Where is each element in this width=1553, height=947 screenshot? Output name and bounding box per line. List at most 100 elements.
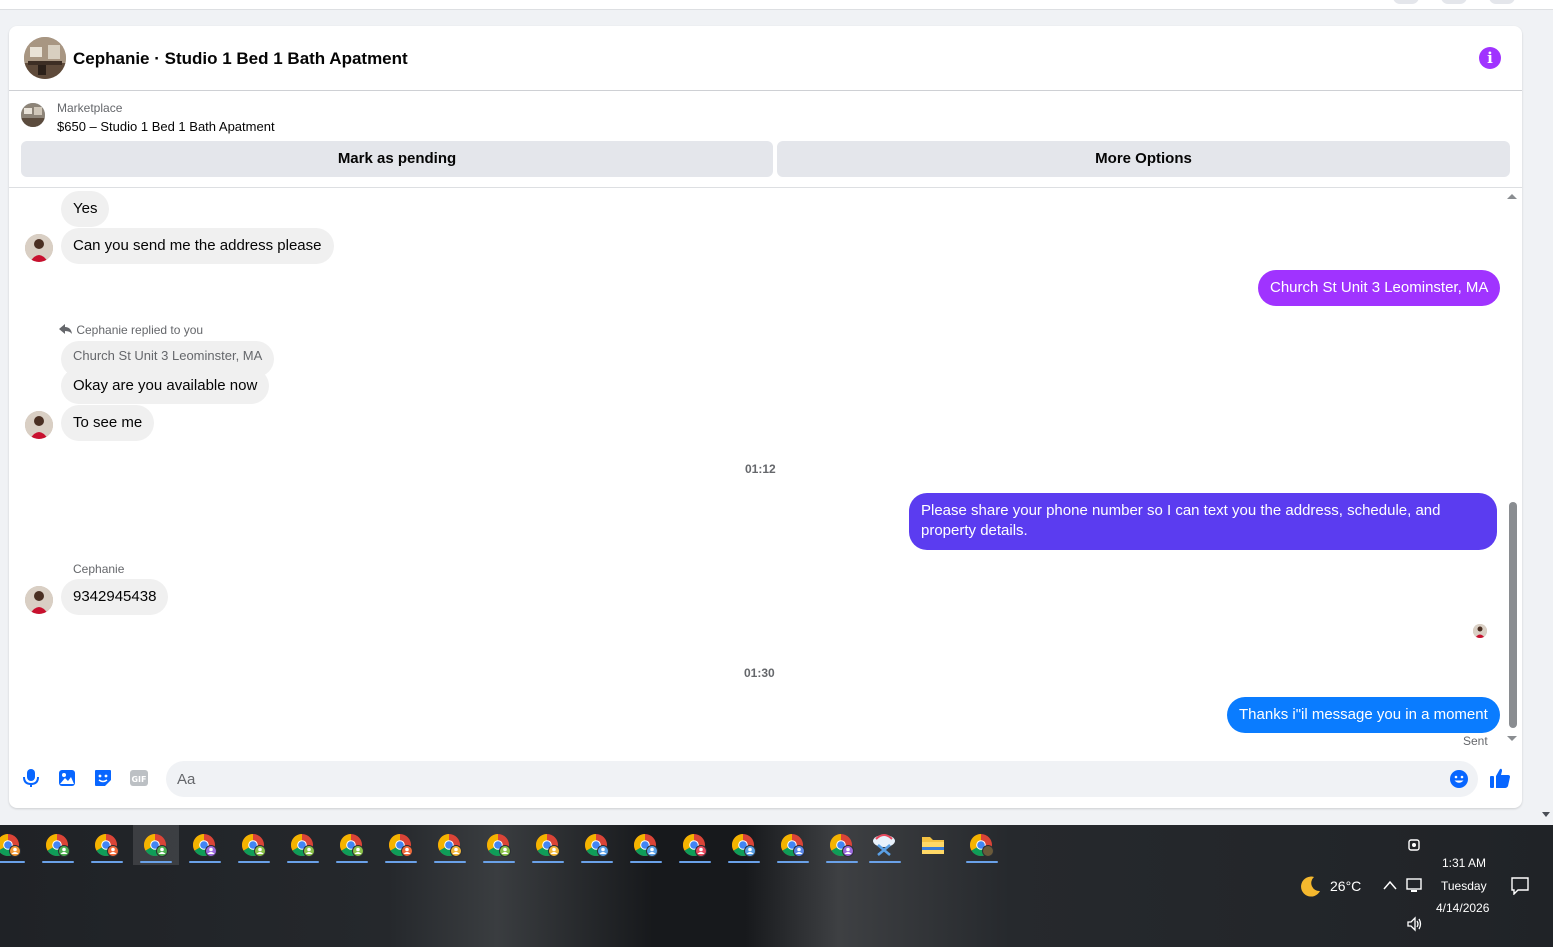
svg-text:GIF: GIF (131, 775, 146, 784)
notification-icon[interactable] (1511, 877, 1529, 895)
taskbar-chrome-icon[interactable] (378, 825, 424, 865)
scroll-up-icon[interactable] (1507, 194, 1517, 199)
sender-avatar[interactable] (25, 234, 53, 262)
chevron-up-icon[interactable] (1383, 880, 1397, 890)
taskbar-chrome-icon[interactable] (525, 825, 571, 865)
chrome-icon (291, 834, 315, 857)
outgoing-message[interactable]: Please share your phone number so I can … (909, 493, 1497, 550)
scroll-down-icon[interactable] (1507, 736, 1517, 741)
clock-date[interactable]: 4/14/2026 (1436, 901, 1489, 915)
taskbar-chrome-icon[interactable] (819, 825, 865, 865)
taskbar-chrome-icon[interactable] (427, 825, 473, 865)
clock-time[interactable]: 1:31 AM (1442, 856, 1486, 870)
page-scroll-down-icon[interactable] (1542, 812, 1550, 817)
message-thread: Yes Can you send me the address please C… (9, 188, 1522, 748)
incoming-message[interactable]: Can you send me the address please (61, 228, 334, 264)
taskbar-snipping-tool-icon[interactable] (862, 825, 908, 865)
browser-control-icon[interactable] (1441, 0, 1467, 4)
emoji-icon[interactable] (1449, 769, 1469, 789)
incoming-message[interactable]: Yes (61, 191, 110, 227)
taskbar-chrome-icon[interactable] (476, 825, 522, 865)
chrome-icon (242, 834, 266, 857)
chrome-icon (830, 834, 854, 857)
taskbar-chrome-icon[interactable] (672, 825, 718, 865)
chat-window: Cephanie · Studio 1 Bed 1 Bath Apatment … (9, 26, 1522, 808)
network-icon[interactable] (1406, 877, 1424, 893)
thumbs-up-icon[interactable] (1489, 767, 1511, 789)
running-indicator (777, 861, 809, 863)
chrome-icon (0, 834, 21, 857)
listing-avatar[interactable] (24, 37, 66, 79)
sticker-icon[interactable] (93, 768, 113, 788)
taskbar-chrome-icon[interactable] (35, 825, 81, 865)
running-indicator (826, 861, 858, 863)
listing-thumbnail[interactable] (21, 103, 45, 127)
taskbar-chrome-icon[interactable] (231, 825, 277, 865)
chrome-icon (193, 834, 217, 857)
chrome-icon (144, 834, 168, 857)
running-indicator (679, 861, 711, 863)
more-options-button[interactable]: More Options (777, 141, 1510, 177)
taskbar-chrome-icon[interactable] (0, 825, 32, 865)
taskbar-chrome-icon[interactable] (133, 825, 179, 865)
incoming-message[interactable]: To see me (61, 405, 155, 441)
browser-control-icon[interactable] (1489, 0, 1515, 4)
volume-icon[interactable] (1406, 916, 1424, 932)
info-icon[interactable]: i (1479, 47, 1501, 69)
sender-avatar[interactable] (25, 411, 53, 439)
taskbar-chrome-icon[interactable] (721, 825, 767, 865)
taskbar-chrome-icon[interactable] (959, 825, 1005, 865)
browser-control-icon[interactable] (1393, 0, 1419, 4)
clock-day[interactable]: Tuesday (1441, 879, 1487, 893)
incoming-message[interactable]: Okay are you available now (61, 368, 270, 404)
chrome-icon (970, 834, 994, 857)
meet-now-icon[interactable] (1406, 837, 1424, 853)
folder-icon (922, 837, 944, 854)
running-indicator (532, 861, 564, 863)
chrome-icon (438, 834, 462, 857)
gif-icon[interactable]: GIF (129, 768, 149, 788)
running-indicator (140, 861, 172, 863)
running-indicator (0, 861, 25, 863)
mark-as-pending-button[interactable]: Mark as pending (21, 141, 773, 177)
running-indicator (966, 861, 998, 863)
taskbar-chrome-icon[interactable] (623, 825, 669, 865)
taskbar-chrome-icon[interactable] (770, 825, 816, 865)
chrome-icon (634, 834, 658, 857)
outgoing-message[interactable]: Church St Unit 3 Leominster, MA (1258, 270, 1501, 306)
weather-temperature[interactable]: 26°C (1330, 878, 1361, 894)
reply-indicator: Cephanie replied to you (59, 323, 203, 337)
taskbar-chrome-icon[interactable] (574, 825, 620, 865)
message-input[interactable] (166, 761, 1478, 797)
snipping-tool-icon (873, 834, 895, 856)
seen-indicator-avatar (1473, 624, 1487, 638)
running-indicator (728, 861, 760, 863)
chrome-icon (389, 834, 413, 857)
message-scrollbar[interactable] (1505, 190, 1519, 746)
running-indicator (42, 861, 74, 863)
taskbar-file-explorer-icon[interactable] (910, 825, 956, 865)
running-indicator (91, 861, 123, 863)
message-line: Please share your phone number so I can … (921, 502, 1441, 519)
taskbar-chrome-icon[interactable] (84, 825, 130, 865)
page-title[interactable]: Cephanie · Studio 1 Bed 1 Bath Apatment (73, 49, 408, 69)
running-indicator (385, 861, 417, 863)
timestamp: 01:30 (744, 666, 775, 680)
running-indicator (869, 861, 901, 863)
chrome-icon (683, 834, 707, 857)
outgoing-message[interactable]: Thanks i"il message you in a moment (1227, 697, 1500, 733)
running-indicator (238, 861, 270, 863)
listing-name[interactable]: $650 – Studio 1 Bed 1 Bath Apatment (57, 119, 275, 134)
message-line: property details. (921, 522, 1028, 539)
chrome-icon (732, 834, 756, 857)
photo-icon[interactable] (57, 768, 77, 788)
taskbar-chrome-icon[interactable] (182, 825, 228, 865)
moon-icon[interactable] (1297, 874, 1323, 900)
sender-avatar[interactable] (25, 586, 53, 614)
taskbar-chrome-icon[interactable] (280, 825, 326, 865)
windows-taskbar: 26°C 1:31 AM Tuesday 4/14/2026 (0, 825, 1553, 947)
microphone-icon[interactable] (21, 768, 41, 788)
incoming-message[interactable]: 9342945438 (61, 579, 169, 615)
taskbar-chrome-icon[interactable] (329, 825, 375, 865)
scroll-thumb[interactable] (1509, 502, 1517, 728)
